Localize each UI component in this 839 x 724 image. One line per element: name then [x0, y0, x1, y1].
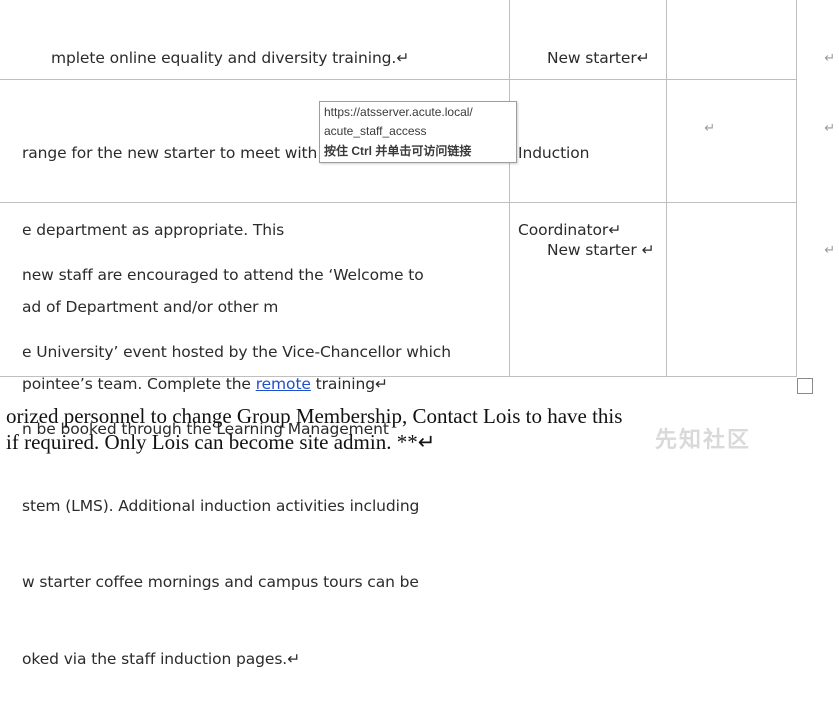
table-cell-task[interactable]: new staff are encouraged to attend the ‘…: [22, 212, 451, 724]
cell-line: e University’ event hosted by the Vice-C…: [22, 342, 451, 361]
column-divider: [666, 0, 667, 377]
table-cell-extra[interactable]: ↵: [800, 20, 835, 97]
table-cell-extra[interactable]: ↵: [800, 90, 835, 167]
table-cell-deadline[interactable]: ↵: [680, 90, 715, 167]
tooltip-url: https://atsserver.acute.local/: [324, 105, 473, 119]
hyperlink-tooltip: https://atsserver.acute.local/ acute_sta…: [319, 101, 517, 163]
document-page: mplete online equality and diversity tra…: [0, 0, 839, 668]
table-cell-responsible[interactable]: New starter↵: [518, 20, 650, 97]
table-cell-task[interactable]: mplete online equality and diversity tra…: [22, 20, 409, 97]
body-paragraph-line[interactable]: if required. Only Lois can become site a…: [6, 430, 435, 455]
cell-line: oked via the staff induction pages.↵: [22, 650, 301, 669]
paragraph-mark: ↵: [824, 242, 835, 258]
paragraph-mark: ↵: [824, 50, 835, 66]
cell-line: New starter↵: [546, 48, 650, 67]
tooltip-url-continued: acute_staff_access: [324, 124, 427, 138]
cell-line: w starter coffee mornings and campus tou…: [22, 573, 419, 592]
table-resize-handle[interactable]: [797, 378, 813, 394]
site-watermark: 先知社区: [655, 428, 752, 453]
cell-line: Induction: [518, 144, 590, 163]
body-paragraph-line[interactable]: orized personnel to change Group Members…: [6, 404, 622, 429]
table-cell-responsible[interactable]: New starter ↵: [518, 212, 654, 289]
cell-line: stem (LMS). Additional induction activit…: [22, 496, 420, 515]
tooltip-ctrl-click-hint: 按住 Ctrl 并单击可访问链接: [324, 144, 472, 158]
induction-table: mplete online equality and diversity tra…: [0, 0, 839, 668]
column-divider: [796, 0, 797, 377]
table-cell-deadline[interactable]: [674, 212, 698, 289]
cell-line: mplete online equality and diversity tra…: [50, 48, 410, 67]
paragraph-mark: ↵: [704, 120, 715, 136]
cell-line: New starter ↵: [546, 240, 655, 259]
table-cell-deadline[interactable]: [674, 20, 703, 98]
paragraph-mark: ↵: [824, 120, 835, 136]
cell-line: new staff are encouraged to attend the ‘…: [22, 266, 424, 285]
column-divider: [509, 0, 510, 377]
table-cell-extra[interactable]: ↵: [800, 212, 835, 289]
